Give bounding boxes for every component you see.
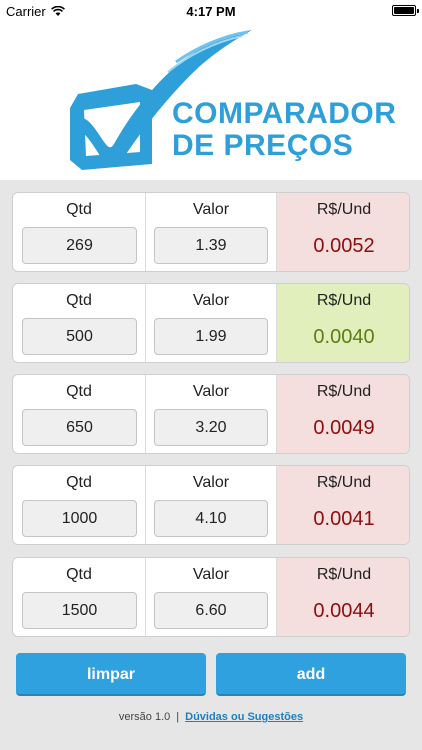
valor-label: Valor (192, 566, 230, 583)
unit-price-value: 0.0044 (313, 600, 375, 622)
footer: versão 1.0 | Dúvidas ou Sugestões (0, 711, 422, 723)
clear-button[interactable]: limpar (16, 653, 206, 696)
result-label: R$/Und (316, 383, 372, 400)
result-column: R$/Und 0.0049 (277, 375, 409, 453)
status-right (392, 5, 419, 16)
valor-column: Valor 4.10 (146, 466, 277, 544)
qtd-input[interactable]: 1000 (22, 500, 137, 537)
qtd-input[interactable]: 500 (22, 318, 137, 355)
qtd-label: Qtd (66, 292, 92, 309)
add-button[interactable]: add (216, 653, 406, 696)
valor-input[interactable]: 1.39 (154, 227, 268, 264)
result-column: R$/Und 0.0041 (277, 466, 409, 544)
qtd-label: Qtd (66, 474, 92, 491)
comparison-row: Qtd 500 Valor 1.99 R$/Und 0.0040 (12, 283, 410, 363)
result-label: R$/Und (316, 201, 372, 218)
valor-input[interactable]: 1.99 (154, 318, 268, 355)
qtd-column: Qtd 1000 (13, 466, 146, 544)
app-header: COMPARADOR DE PREÇOS (0, 22, 422, 180)
qtd-label: Qtd (66, 201, 92, 218)
comparison-row: Qtd 1000 Valor 4.10 R$/Und 0.0041 (12, 465, 410, 545)
status-bar: Carrier 4:17 PM (0, 0, 422, 22)
unit-price-value: 0.0049 (313, 417, 375, 439)
logo-text: COMPARADOR DE PREÇOS (172, 98, 396, 162)
valor-input[interactable]: 6.60 (154, 592, 268, 629)
valor-label: Valor (192, 474, 230, 491)
valor-column: Valor 3.20 (146, 375, 277, 453)
qtd-input[interactable]: 650 (22, 409, 137, 446)
comparison-row: Qtd 1500 Valor 6.60 R$/Und 0.0044 (12, 557, 410, 637)
valor-column: Valor 1.39 (146, 193, 277, 271)
unit-price-value: 0.0052 (313, 235, 375, 257)
unit-price-value: 0.0041 (313, 508, 375, 530)
result-label: R$/Und (316, 474, 372, 491)
qtd-label: Qtd (66, 566, 92, 583)
valor-label: Valor (192, 383, 230, 400)
result-label: R$/Und (316, 566, 372, 583)
version-label: versão 1.0 (118, 711, 171, 723)
qtd-input[interactable]: 1500 (22, 592, 137, 629)
valor-label: Valor (192, 201, 230, 218)
status-time: 4:17 PM (186, 4, 236, 19)
logo-line-2: DE PREÇOS (172, 129, 354, 162)
unit-price-value: 0.0040 (313, 326, 375, 348)
result-column: R$/Und 0.0052 (277, 193, 409, 271)
valor-label: Valor (192, 292, 230, 309)
valor-input[interactable]: 4.10 (154, 500, 268, 537)
qtd-label: Qtd (66, 383, 92, 400)
valor-input[interactable]: 3.20 (154, 409, 268, 446)
comparison-row: Qtd 650 Valor 3.20 R$/Und 0.0049 (12, 374, 410, 454)
valor-column: Valor 6.60 (146, 558, 277, 636)
qtd-column: Qtd 650 (13, 375, 146, 453)
valor-column: Valor 1.99 (146, 284, 277, 362)
feedback-link[interactable]: Dúvidas ou Sugestões (185, 711, 303, 723)
qtd-column: Qtd 269 (13, 193, 146, 271)
battery-icon (392, 5, 419, 16)
qtd-input[interactable]: 269 (22, 227, 137, 264)
footer-separator: | (176, 711, 180, 723)
comparison-row: Qtd 269 Valor 1.39 R$/Und 0.0052 (12, 192, 410, 272)
result-column: R$/Und 0.0040 (277, 284, 409, 362)
qtd-column: Qtd 500 (13, 284, 146, 362)
result-label: R$/Und (316, 292, 372, 309)
result-column: R$/Und 0.0044 (277, 558, 409, 636)
logo-line-1: COMPARADOR (172, 97, 397, 130)
qtd-column: Qtd 1500 (13, 558, 146, 636)
